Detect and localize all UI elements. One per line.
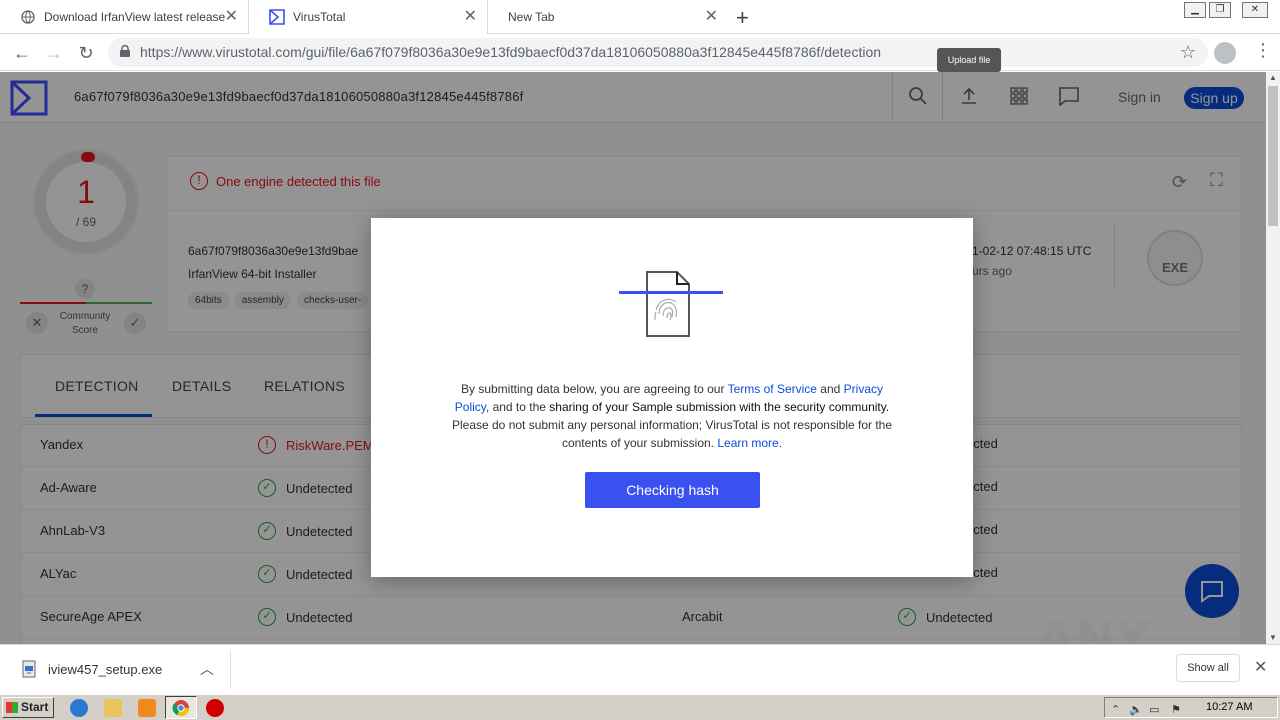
upload-tooltip: Upload file (937, 48, 1001, 72)
start-label: Start (21, 700, 49, 714)
start-button[interactable]: Start (2, 697, 54, 718)
new-tab-icon[interactable]: + (736, 5, 749, 31)
terms-text: , and to the (485, 400, 550, 414)
close-downloads-icon[interactable]: ✕ (1254, 657, 1267, 677)
divider (230, 651, 231, 689)
reload-icon[interactable]: ↻ (74, 41, 98, 65)
restore-icon[interactable]: ❐ (1209, 2, 1231, 18)
flag-icon[interactable]: ⚑ (1171, 703, 1181, 716)
installer-file-icon (22, 660, 36, 678)
terms-modal: By submitting data below, you are agreei… (371, 218, 973, 577)
forward-icon[interactable]: → (42, 41, 66, 65)
media-player-icon[interactable] (138, 699, 156, 717)
minimize-icon[interactable]: ▁ (1184, 2, 1206, 18)
terms-text: and (816, 382, 844, 396)
window-close-icon[interactable]: ✕ (1242, 2, 1268, 18)
downloads-bar: iview457_setup.exe ︿ Show all ✕ (0, 644, 1280, 694)
close-tab-icon[interactable]: ✕ (705, 9, 718, 25)
scroll-up-arrow-icon[interactable]: ▲ (1266, 72, 1280, 84)
tray-expand-icon[interactable]: ⌃ (1111, 703, 1120, 716)
browser-tabstrip: Download IrfanView latest release ✕ Viru… (0, 0, 1280, 34)
terms-notice: By submitting data below, you are agreei… (451, 380, 893, 452)
tab-title: Download IrfanView latest release (44, 10, 226, 24)
download-filename[interactable]: iview457_setup.exe (48, 662, 162, 677)
page-scrollbar[interactable]: ▲ ▼ (1266, 72, 1280, 644)
learn-more-link[interactable]: Learn more. (717, 436, 782, 450)
file-explorer-icon[interactable] (104, 699, 122, 717)
checking-hash-button[interactable]: Checking hash (585, 472, 760, 508)
browser-tab-irfanview[interactable]: Download IrfanView latest release ✕ (0, 0, 248, 34)
terms-of-service-link[interactable]: Terms of Service (728, 382, 817, 396)
clock: 10:27 AM (1206, 701, 1253, 713)
browser-tab-newtab[interactable]: New Tab ✕ (488, 0, 728, 34)
browser-toolbar: ← → ↻ https://www.virustotal.com/gui/fil… (0, 34, 1280, 71)
chrome-icon (172, 700, 190, 717)
bookmark-star-icon[interactable]: ☆ (1180, 42, 1196, 63)
close-tab-icon[interactable]: ✕ (225, 9, 238, 25)
show-all-button[interactable]: Show all (1176, 654, 1240, 682)
url-text: https://www.virustotal.com/gui/file/6a67… (140, 44, 882, 60)
browser-menu-icon[interactable]: ⋮ (1254, 40, 1272, 61)
security-app-icon[interactable] (206, 699, 224, 717)
tab-title: New Tab (508, 10, 555, 24)
chevron-up-icon[interactable]: ︿ (200, 659, 214, 679)
lock-icon (120, 45, 130, 57)
terms-text: Please do not submit any personal inform… (451, 418, 893, 450)
windows-taskbar: Start ⌃ 🔈 ▭ ⚑ 10:27 AM (0, 694, 1280, 720)
internet-explorer-icon[interactable] (70, 699, 88, 717)
virustotal-favicon-icon (269, 9, 285, 25)
globe-icon (20, 9, 36, 25)
browser-tab-virustotal[interactable]: VirusTotal ✕ (248, 0, 488, 34)
volume-icon[interactable]: 🔈 (1129, 703, 1143, 716)
network-icon[interactable]: ▭ (1149, 703, 1159, 716)
chrome-taskbar-button[interactable] (165, 696, 197, 719)
address-bar[interactable]: https://www.virustotal.com/gui/file/6a67… (108, 38, 1208, 67)
tab-title: VirusTotal (293, 10, 346, 24)
back-icon[interactable]: ← (10, 41, 34, 65)
terms-text: By submitting data below, you are agreei… (460, 382, 728, 396)
profile-avatar-icon[interactable] (1214, 42, 1236, 64)
terms-emphasis: sharing of your Sample submission with t… (549, 400, 890, 414)
fingerprint-document-icon (619, 271, 723, 337)
scroll-thumb[interactable] (1268, 86, 1278, 226)
windows-logo-icon (6, 702, 18, 713)
close-tab-icon[interactable]: ✕ (464, 9, 477, 25)
